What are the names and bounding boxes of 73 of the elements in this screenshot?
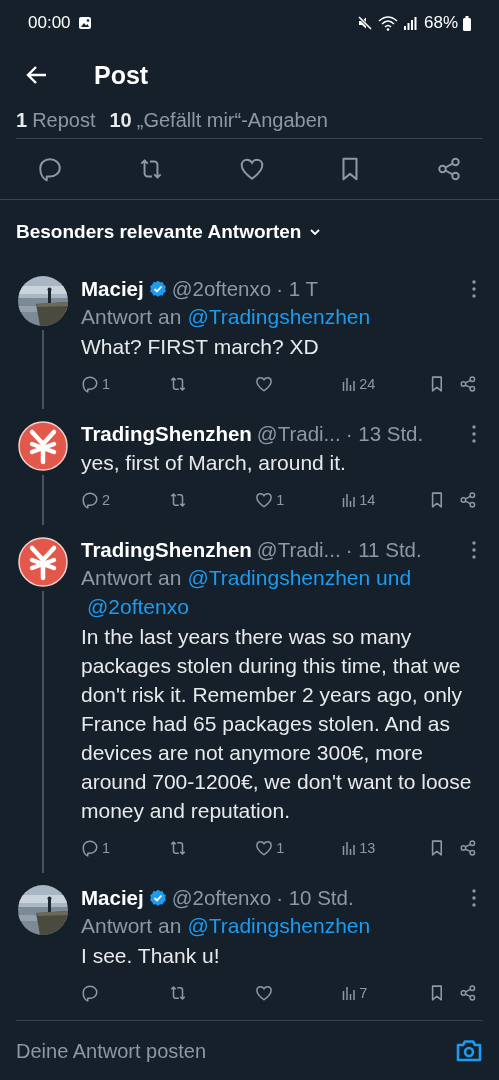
like-icon[interactable] [255,839,274,857]
author-handle: @2oftenxo [171,885,272,911]
author-name[interactable]: Maciej [81,885,144,911]
post-time: · 10 Std. [276,885,354,911]
signal-icon [402,16,417,30]
post-time: · 1 T [276,276,318,302]
author-name[interactable]: Maciej [81,276,144,302]
like-icon[interactable] [255,984,274,1002]
reply-text: I see. Thank u! [81,943,221,969]
reply-text: yes, first of March, around it. [81,450,347,476]
page-title: Post [94,60,149,90]
reply-icon[interactable] [37,156,63,182]
post-time: · 13 Std. [345,421,424,447]
reply-icon[interactable] [81,375,99,393]
mention-link[interactable]: @Tradingshenzhen und [187,563,412,592]
mention-link[interactable]: @2oftenxo [87,592,189,621]
views-icon[interactable] [342,492,357,508]
chevron-down-icon[interactable] [309,228,322,236]
camera-icon[interactable] [455,1038,483,1064]
battery-percentage: 68% [423,13,458,33]
like-count: 1 [276,492,285,508]
views-icon[interactable] [342,376,357,392]
reply-count: 1 [102,840,111,856]
post-time: · 11 Std. [345,537,422,563]
share-icon[interactable] [436,156,462,182]
stat-count: 10 [109,110,132,130]
author-name[interactable]: TradingShenzhen [81,421,252,447]
reply-count: 1 [102,376,111,392]
wifi-icon [377,15,398,31]
logo-avatar-icon [18,421,68,471]
author-handle: @Tradi... [256,421,341,447]
reply-to-label: Antwort an [81,305,182,328]
share-icon[interactable] [459,375,477,393]
stat-label: „Gefällt mir“-Angaben [136,110,328,130]
more-options-icon[interactable] [471,424,477,444]
share-icon[interactable] [459,984,477,1002]
stat-label: Repost [32,110,96,130]
reply-icon[interactable] [81,839,99,857]
stat-count: 1 [16,110,28,130]
battery-icon [463,15,471,31]
mention-link[interactable]: @Tradingshenzhen [187,911,371,940]
reply-icon[interactable] [81,984,99,1002]
reply-count: 2 [102,492,111,508]
more-options-icon[interactable] [471,279,477,299]
logo-avatar-icon [18,537,68,587]
reply-text: In the last years there was so many packages stolen during this time, that we don't risk it. Remember 2 years ago, only France had 65 packages stolen. And as devices are not anymore 300€, more around 700-1200€, we don't want to loose money and reputation. [81,624,473,824]
view-count: 13 [359,840,376,856]
reply-icon[interactable] [81,491,99,509]
like-icon[interactable] [255,491,274,509]
author-name[interactable]: TradingShenzhen [81,537,252,563]
author-handle: @Tradi... [256,537,341,563]
reply-input-field[interactable]: Deine Antwort posten [16,1039,455,1063]
view-count: 7 [359,985,368,1001]
views-icon[interactable] [342,985,357,1001]
like-icon[interactable] [255,375,274,393]
reply-text: What? FIRST march? XD [81,334,320,360]
share-icon[interactable] [459,839,477,857]
share-icon[interactable] [459,491,477,509]
sort-dropdown[interactable]: Besonders relevante Antworten [16,221,302,243]
status-time: 00:00 [28,13,71,33]
views-icon[interactable] [342,840,357,856]
reply-to-label: Antwort an [81,566,182,589]
mention-link[interactable]: @Tradingshenzhen [187,302,371,331]
author-handle: @2oftenxo [171,276,272,302]
view-count: 24 [359,376,376,392]
more-options-icon[interactable] [471,888,477,908]
like-count: 1 [276,840,285,856]
like-icon[interactable] [238,156,265,182]
image-icon [77,16,92,30]
reply-to-label: Antwort an [81,914,182,937]
view-count: 14 [359,492,376,508]
mute-icon [356,15,373,31]
more-options-icon[interactable] [471,540,477,560]
